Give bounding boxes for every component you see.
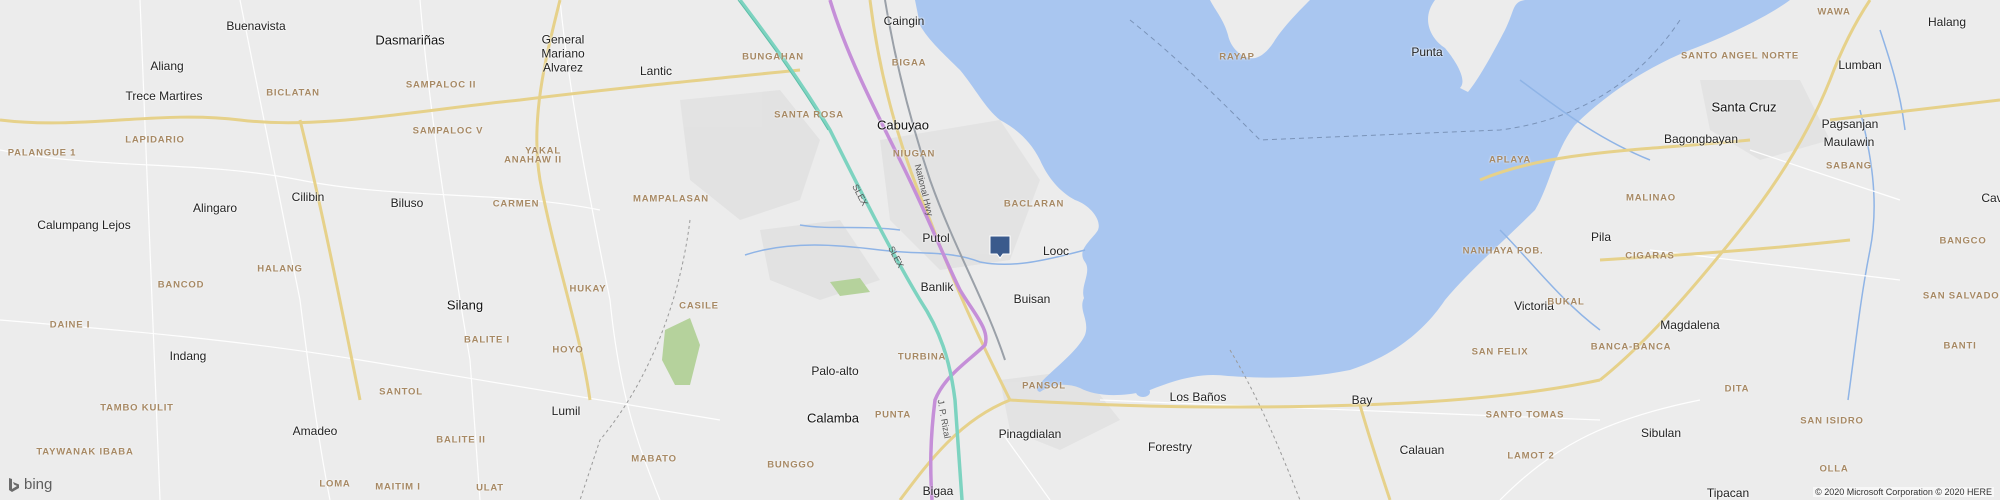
district-label: CARMEN [492, 198, 540, 210]
place-label: Pagsanjan [1821, 117, 1879, 131]
place-label: General Mariano Alvarez [523, 32, 603, 74]
map-canvas[interactable]: Buenavista Dasmariñas General Mariano Al… [0, 0, 2000, 500]
district-label: BANCOD [157, 279, 205, 291]
district-label: SANTO ANGEL NORTE [1681, 50, 1799, 62]
place-label: Santa Cruz [1711, 99, 1777, 115]
place-label: Biluso [390, 196, 424, 210]
place-label: Pinagdialan [998, 427, 1062, 441]
place-label: Banlik [920, 280, 954, 294]
place-label: Buenavista [226, 19, 286, 33]
place-label: Punta [1411, 45, 1443, 59]
place-label: Pila [1590, 230, 1612, 244]
place-label: Magdalena [1660, 318, 1720, 332]
district-label: BUNGGO [767, 459, 815, 471]
place-label: Caingin [883, 14, 925, 28]
district-label: SAMPALOC II [405, 79, 477, 91]
place-label: Buisan [1013, 292, 1051, 306]
location-marker-icon[interactable] [989, 235, 1011, 259]
place-label: Palo-alto [811, 364, 859, 378]
district-label: BALITE II [436, 434, 486, 446]
district-label: ULAT [476, 482, 504, 494]
place-label: Halang [1927, 15, 1967, 29]
place-label: Putol [922, 231, 950, 245]
district-label: WAWA [1817, 6, 1851, 18]
place-label: Aliang [150, 59, 184, 73]
district-label: HUKAY [569, 283, 607, 295]
district-label: MABATO [631, 453, 677, 465]
district-label: BICLATAN [266, 87, 320, 99]
district-label: DITA [1724, 383, 1750, 395]
district-label: SANTOL [379, 386, 423, 398]
district-label: PALANGUE 1 [7, 147, 77, 159]
district-label: TAMBO KULIT [100, 402, 174, 414]
place-label: Forestry [1147, 440, 1193, 454]
place-label: Bigaa [922, 484, 954, 498]
district-label: SAN SALVADOR [1922, 290, 2000, 302]
district-label: HALANG [257, 263, 303, 275]
place-label: Lumil [551, 404, 581, 418]
district-label: LOMA [319, 478, 351, 490]
district-label: SAMPALOC V [412, 125, 484, 137]
district-label: PANSOL [1022, 380, 1066, 392]
district-label: NIUGAN [892, 148, 936, 160]
district-label: MAITIM I [375, 481, 421, 493]
place-label: Lantic [639, 64, 673, 78]
place-label: Indang [169, 349, 207, 363]
district-label: OLLA [1819, 463, 1849, 475]
district-label: SABANG [1826, 160, 1872, 172]
place-label: Lumban [1838, 58, 1882, 72]
district-label: TURBINA [897, 351, 947, 363]
district-label: MALINAO [1626, 192, 1676, 204]
district-label: BIGAA [891, 57, 927, 69]
district-label: RAYAP [1219, 51, 1255, 63]
district-label: DAINE I [49, 319, 91, 331]
place-label: Dasmariñas [375, 32, 445, 48]
place-label: Maulawin [1823, 135, 1875, 149]
district-label: APLAYA [1488, 154, 1532, 166]
district-label: BUNGAHAN [742, 51, 804, 63]
district-label: CASILE [679, 300, 719, 312]
district-label: LAPIDARIO [125, 134, 185, 146]
place-label: Bay [1351, 393, 1373, 407]
district-label: NANHAYA POB. [1462, 245, 1544, 257]
place-label: Silang [446, 297, 484, 313]
map-copyright: © 2020 Microsoft Corporation © 2020 HERE [1813, 487, 1994, 497]
district-label: HOYO [552, 344, 584, 356]
place-label-text: General Mariano Alvarez [541, 32, 585, 74]
district-label: BUKAL [1547, 296, 1585, 308]
district-label: SAN FELIX [1471, 346, 1529, 358]
place-label: Alingaro [192, 201, 238, 215]
district-label: BALITE I [464, 334, 510, 346]
bing-logo-text: bing [24, 476, 53, 493]
place-label: Cabuyao [876, 117, 930, 133]
district-label: TAYWANAK IBABA [36, 446, 134, 458]
district-label: CIGARAS [1625, 250, 1675, 262]
district-label: BACLARAN [1003, 198, 1065, 210]
district-label: BANGCO [1939, 235, 1987, 247]
place-label: Cilibin [291, 190, 325, 204]
district-label: LAMOT 2 [1507, 450, 1555, 462]
district-label: SANTO TOMAS [1485, 409, 1565, 421]
place-label: Bagongbayan [1663, 132, 1739, 146]
place-label: Tipacan [1706, 486, 1750, 500]
place-label: Cav [1981, 191, 2000, 205]
district-label: BANCA-BANCA [1590, 341, 1672, 353]
place-label: Calauan [1399, 443, 1445, 457]
place-label: Los Baños [1169, 390, 1227, 404]
district-label: BANTI [1943, 340, 1977, 352]
place-label: Calamba [806, 410, 860, 426]
place-label: Calumpang Lejos [37, 218, 131, 232]
bing-logo: bing [8, 476, 52, 493]
place-label: Sibulan [1640, 426, 1682, 440]
district-label: SANTA ROSA [774, 109, 844, 121]
district-label: SAN ISIDRO [1800, 415, 1864, 427]
bing-logo-icon [9, 477, 19, 492]
district-label: PUNTA [874, 409, 912, 421]
place-label: Looc [1042, 244, 1070, 258]
district-label: MAMPALASAN [633, 193, 709, 205]
district-label: ANAHAW II [504, 154, 562, 166]
place-label: Amadeo [292, 424, 338, 438]
place-label: Trece Martires [125, 89, 203, 103]
